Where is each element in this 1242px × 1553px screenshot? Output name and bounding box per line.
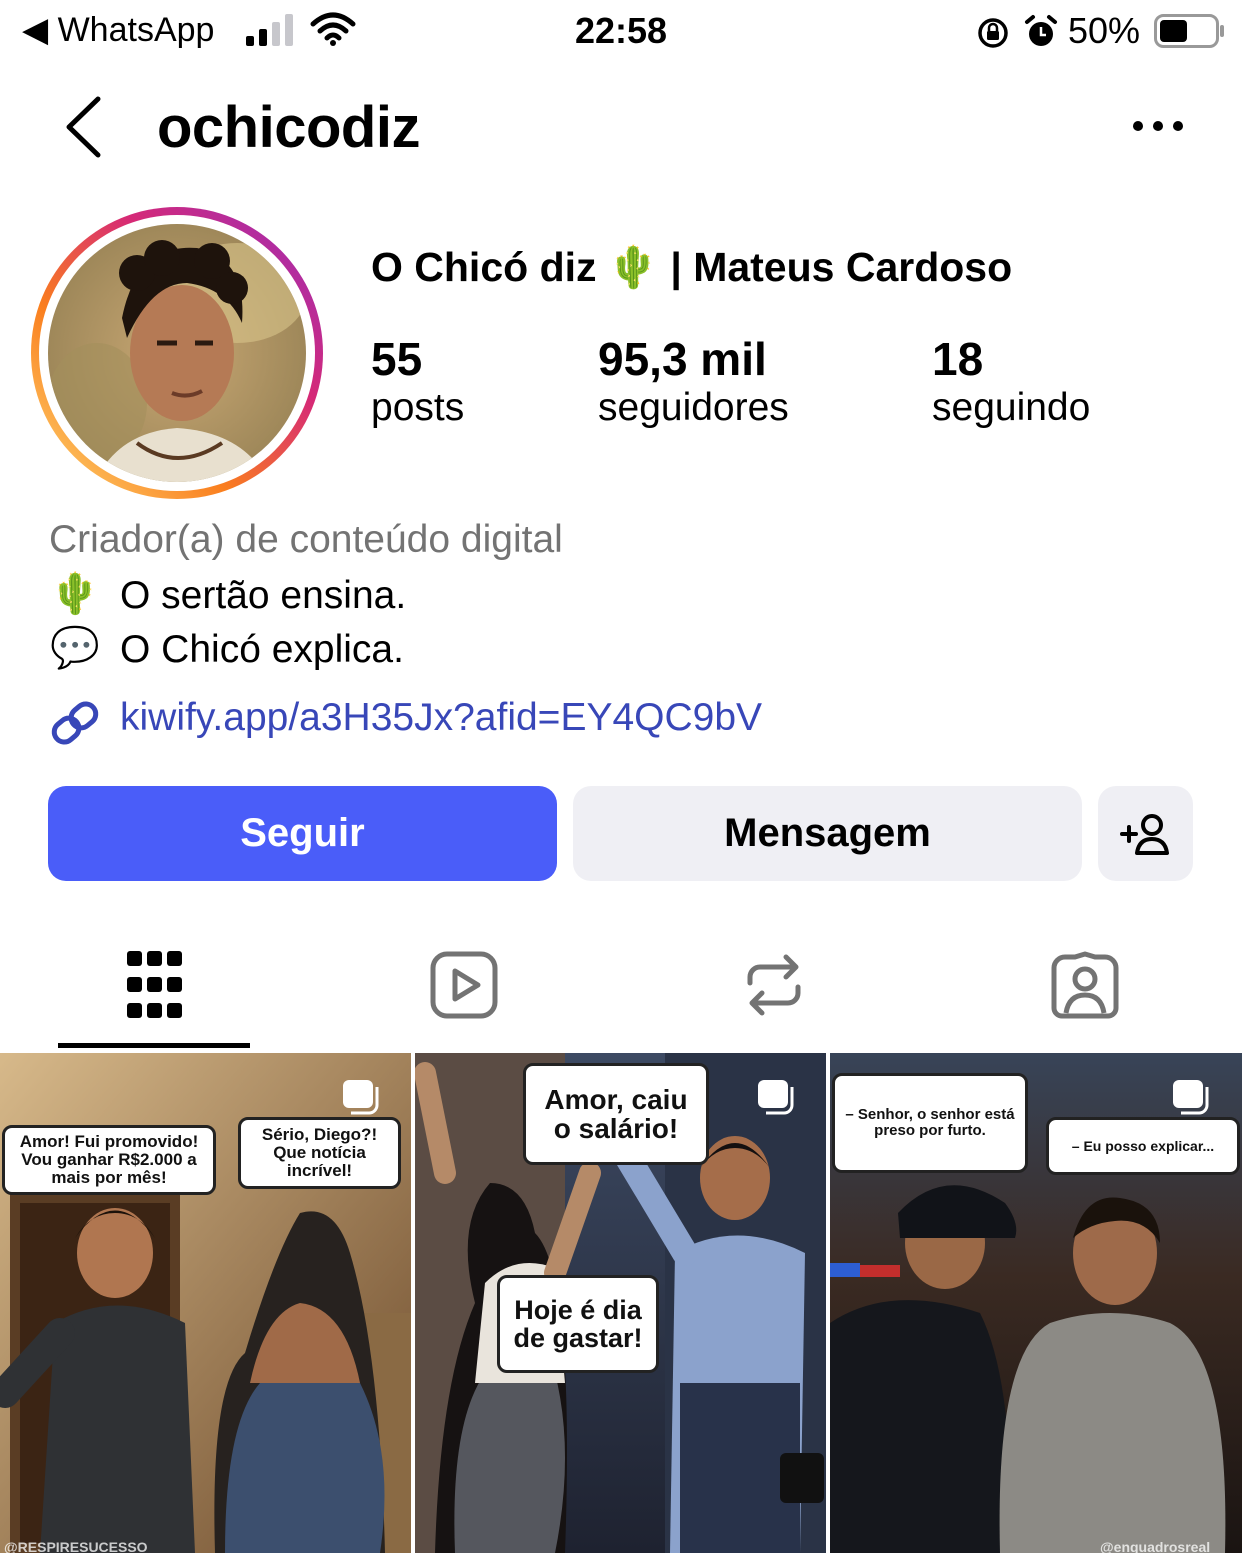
add-user-icon [1119,813,1169,855]
post-watermark: @RESPIRESUCESSO [4,1539,148,1553]
grid-tab-icon[interactable] [127,951,183,1019]
stat-followers[interactable]: 95,3 mil seguidores [598,332,789,430]
post-thumbnail[interactable]: – Senhor, o senhor está preso por furto.… [830,1053,1242,1553]
reels-tab-icon[interactable] [430,951,498,1019]
battery-percent: 50% [1068,10,1141,51]
stat-label: seguindo [932,386,1091,429]
stat-following[interactable]: 18 seguindo [932,332,1090,430]
post-thumbnail[interactable]: Amor, caiu o salário! Hoje é dia de gast… [415,1053,826,1553]
link-icon [51,701,99,745]
stat-label: posts [371,386,465,429]
profile-username: ochicodiz [157,95,420,160]
speech-bubble: – Eu posso explicar... [1046,1117,1240,1175]
carousel-icon [343,1080,379,1115]
stat-value: 18 [932,333,984,385]
profile-link[interactable]: kiwify.app/a3H35Jx?afid=EY4QC9bV [120,696,762,740]
speech-bubble: Sério, Diego?! Que notícia incrível! [238,1117,401,1189]
stat-value: 95,3 mil [598,333,767,385]
back-arrow-icon[interactable] [62,96,104,158]
follow-button[interactable]: Seguir [48,786,557,881]
post-thumbnail[interactable]: Amor! Fui promovido! Vou ganhar R$2.000 … [0,1053,411,1553]
speech-bubble: – Senhor, o senhor está preso por furto. [832,1073,1028,1173]
stat-label: seguidores [598,386,789,429]
carousel-icon [758,1080,794,1115]
active-tab-indicator [58,1043,250,1048]
bio-line: O Chicó explica. [120,628,404,671]
reposts-tab-icon[interactable] [744,951,804,1019]
post-watermark: @enquadrosreal [1100,1539,1211,1553]
suggest-user-button[interactable] [1098,786,1193,881]
bio-emoji-speech: 💬 [50,626,100,670]
rotation-lock-icon [978,18,1008,48]
avatar[interactable] [27,203,327,503]
speech-bubble: Hoje é dia de gastar! [497,1275,659,1373]
battery-icon [1154,14,1224,48]
status-bar: ◀ WhatsApp 22:58 50% [0,0,1242,64]
alarm-icon [1025,15,1057,46]
tagged-tab-icon[interactable] [1051,951,1119,1019]
stat-value: 55 [371,333,423,385]
more-options-icon[interactable] [1130,116,1186,136]
message-button[interactable]: Mensagem [573,786,1082,881]
speech-bubble: Amor, caiu o salário! [523,1063,709,1165]
bio-line: O sertão ensina. [120,574,407,617]
carousel-icon [1173,1080,1209,1115]
stat-posts[interactable]: 55 posts [371,332,464,430]
speech-bubble: Amor! Fui promovido! Vou ganhar R$2.000 … [2,1125,216,1195]
profile-category: Criador(a) de conteúdo digital [49,518,563,561]
bio-emoji-cactus: 🌵 [50,572,100,616]
display-name: O Chicó diz 🌵 | Mateus Cardoso [371,244,1013,290]
